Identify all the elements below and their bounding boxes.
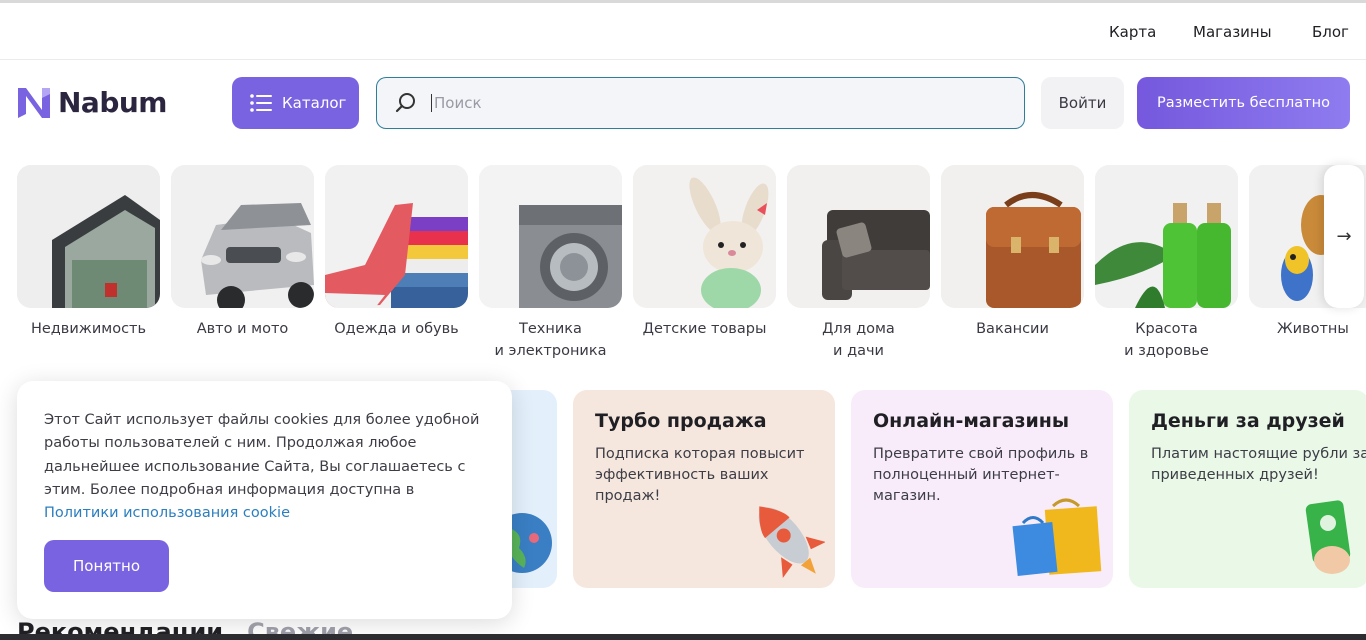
promo-card-turbo[interactable]: Турбо продажа Подписка которая повысит э…: [573, 390, 835, 588]
search-box[interactable]: [376, 77, 1025, 129]
logo-text: Nabum: [58, 85, 167, 119]
category-label: Недвижимость: [30, 321, 147, 337]
post-ad-button[interactable]: Разместить бесплатно: [1137, 77, 1350, 129]
category-kids[interactable]: Детские товары: [633, 165, 776, 340]
promo-text: Платим настоящие рубли за приведенных др…: [1151, 446, 1366, 483]
category-label: и электроника: [494, 343, 607, 359]
money-hand-icon: [1305, 500, 1351, 574]
category-clothes[interactable]: Одежда и обувь: [325, 165, 468, 340]
car-icon: [171, 165, 314, 308]
arrow-right-icon: →: [1336, 226, 1352, 247]
cookie-accept-button[interactable]: Понятно: [44, 540, 169, 592]
nav-blog-link[interactable]: Блог: [1312, 23, 1349, 41]
briefcase-icon: [941, 165, 1084, 308]
nav-map-link[interactable]: Карта: [1109, 23, 1156, 41]
category-electronics[interactable]: Техника и электроника: [479, 165, 622, 362]
category-label: Одежда и обувь: [334, 321, 459, 337]
cookie-text: Этот Сайт использует файлы cookies для б…: [44, 409, 485, 525]
category-label: Для дома: [822, 321, 895, 337]
category-label: Детские товары: [642, 321, 767, 337]
category-label: Техника: [519, 321, 582, 337]
nav-shops-link[interactable]: Магазины: [1193, 23, 1272, 41]
category-label: и здоровье: [1124, 343, 1209, 359]
category-auto[interactable]: Авто и мото: [171, 165, 314, 340]
category-real-estate[interactable]: Недвижимость: [17, 165, 160, 340]
catalog-label: Каталог: [282, 94, 347, 112]
search-icon: [395, 93, 415, 113]
sneaker-icon: [325, 165, 468, 308]
shopping-bags-icon: [1012, 498, 1102, 576]
categories-next-button[interactable]: →: [1324, 165, 1364, 308]
category-jobs[interactable]: Вакансии: [941, 165, 1084, 340]
cookie-message: Этот Сайт использует файлы cookies для б…: [44, 412, 480, 498]
logo-icon: [18, 88, 50, 118]
cookie-policy-link[interactable]: Политики использования cookie: [44, 505, 290, 521]
rocket-icon: [758, 506, 825, 578]
category-label: и дачи: [833, 343, 884, 359]
category-label: Животны: [1277, 321, 1349, 337]
promo-title: Онлайн-магазины: [873, 410, 1070, 432]
search-input[interactable]: [431, 94, 991, 112]
category-beauty[interactable]: Красота и здоровье: [1095, 165, 1238, 362]
promo-card-referral[interactable]: Деньги за друзей Платим настоящие рубли …: [1129, 390, 1366, 588]
sofa-icon: [787, 165, 930, 308]
promo-title: Деньги за друзей: [1151, 410, 1345, 432]
promo-title: Турбо продажа: [595, 410, 767, 432]
cookie-banner: Этот Сайт использует файлы cookies для б…: [17, 381, 512, 619]
category-label: Авто и мото: [196, 321, 289, 337]
promo-card-shops[interactable]: Онлайн-магазины Превратите свой профиль …: [851, 390, 1113, 588]
bottles-icon: [1095, 165, 1238, 308]
list-icon: [250, 94, 272, 112]
top-nav: Карта Магазины Блог: [0, 3, 1366, 60]
plush-bunny-icon: [633, 165, 776, 308]
category-label: Вакансии: [976, 321, 1049, 337]
bottom-bar: [0, 634, 1366, 640]
house-icon: [17, 165, 160, 308]
catalog-button[interactable]: Каталог: [232, 77, 359, 129]
logo[interactable]: Nabum: [16, 84, 167, 120]
login-button[interactable]: Войти: [1041, 77, 1124, 129]
category-home[interactable]: Для дома и дачи: [787, 165, 930, 362]
washing-machine-icon: [479, 165, 622, 308]
category-label: Красота: [1135, 321, 1198, 337]
